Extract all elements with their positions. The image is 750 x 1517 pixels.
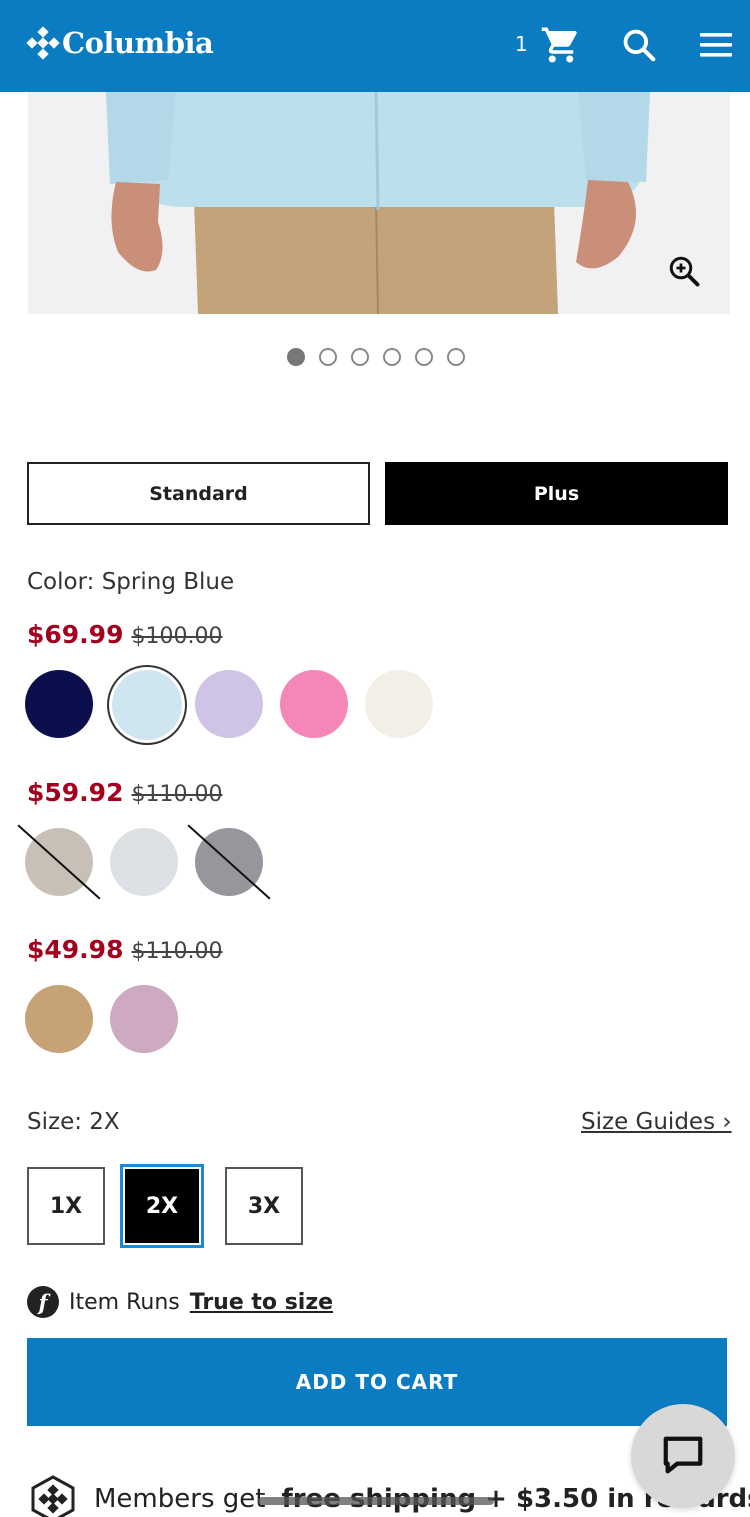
columbia-diamond-icon [26, 26, 60, 60]
image-carousel-dots [287, 348, 465, 366]
rewards-badge-icon [31, 1475, 75, 1517]
carousel-dot[interactable] [383, 348, 401, 366]
carousel-dot[interactable] [351, 348, 369, 366]
chat-bubble-icon [663, 1436, 703, 1474]
hamburger-menu-icon[interactable] [698, 30, 734, 60]
carousel-dot[interactable] [319, 348, 337, 366]
brand-name: Columbia [62, 26, 214, 60]
original-price: $100.00 [131, 624, 223, 649]
size-option-1x[interactable]: 1X [27, 1167, 105, 1245]
carousel-dot[interactable] [287, 348, 305, 366]
zoom-in-icon[interactable] [666, 253, 702, 289]
color-swatch[interactable] [280, 670, 348, 738]
selected-color-label: Color: Spring Blue [27, 569, 235, 595]
fit-standard-button[interactable]: Standard [27, 462, 370, 525]
fit-predictor-icon: f [27, 1286, 59, 1318]
cart-icon[interactable] [540, 24, 582, 66]
cart-count-badge: 1 [515, 32, 528, 56]
color-swatch[interactable] [365, 670, 433, 738]
columbia-logo[interactable]: Columbia [26, 26, 214, 60]
size-guides-link[interactable]: Size Guides › [581, 1109, 732, 1135]
size-option-2x[interactable]: 2X [123, 1167, 201, 1245]
fit-plus-button[interactable]: Plus [385, 462, 728, 525]
selected-size-label: Size: 2X [27, 1109, 120, 1135]
price-group-2: $59.92 $110.00 [27, 778, 222, 807]
search-icon[interactable] [620, 26, 658, 64]
sale-price: $59.92 [27, 778, 124, 807]
original-price: $110.00 [131, 782, 223, 807]
sale-price: $69.99 [27, 620, 124, 649]
fit-info-prefix: Item Runs [69, 1289, 180, 1315]
product-image[interactable] [28, 92, 730, 314]
product-photo-illustration [28, 92, 730, 314]
color-swatch[interactable] [110, 985, 178, 1053]
original-price: $110.00 [131, 939, 223, 964]
home-indicator [258, 1497, 494, 1505]
add-to-cart-button[interactable]: ADD TO CART [27, 1338, 727, 1426]
color-swatch[interactable] [195, 670, 263, 738]
color-swatch[interactable] [110, 828, 178, 896]
color-swatch[interactable] [25, 670, 93, 738]
carousel-dot[interactable] [415, 348, 433, 366]
sale-price: $49.98 [27, 935, 124, 964]
chat-button[interactable] [631, 1404, 735, 1508]
color-swatch[interactable] [25, 985, 93, 1053]
members-text: Members get [94, 1484, 266, 1514]
fit-info: f Item Runs True to size [27, 1286, 333, 1318]
price-group-3: $49.98 $110.00 [27, 935, 222, 964]
fit-info-link[interactable]: True to size [190, 1290, 333, 1315]
carousel-dot[interactable] [447, 348, 465, 366]
color-swatch[interactable] [112, 670, 182, 740]
site-header: Columbia 1 [0, 0, 750, 92]
price-group-1: $69.99 $100.00 [27, 620, 222, 649]
size-option-3x[interactable]: 3X [225, 1167, 303, 1245]
